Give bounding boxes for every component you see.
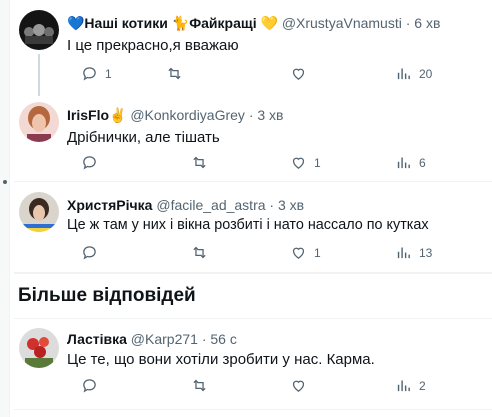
tweet-header: ХристяРічка @facile_ad_astra · 3 хв — [67, 196, 304, 214]
reply-button[interactable] — [81, 154, 105, 171]
heart-icon — [292, 68, 305, 80]
tweet-text: Це ж там у них і вікна розбиті і нато на… — [67, 217, 429, 233]
retweet-button[interactable] — [191, 377, 215, 394]
avatar[interactable] — [19, 192, 59, 232]
retweet-icon — [168, 67, 181, 80]
retweet-icon — [193, 156, 206, 169]
tweet-divider — [14, 409, 492, 410]
tweet-text: Це те, що вони хотіли зробити у нас. Кар… — [67, 351, 375, 368]
avatar[interactable] — [19, 102, 59, 142]
like-button[interactable] — [290, 65, 314, 82]
heart-icon — [292, 380, 305, 392]
reply-icon — [83, 246, 96, 260]
view-count: 20 — [419, 66, 433, 81]
like-count: 1 — [314, 155, 321, 170]
section-divider — [14, 272, 492, 274]
like-button[interactable] — [290, 377, 314, 394]
views-icon — [397, 380, 410, 392]
tweet-text: І це прекрасно,я вважаю — [67, 37, 239, 54]
reply-button[interactable] — [81, 244, 105, 261]
tweet-header: IrisFlo✌️ @KonkordiyaGrey · 3 хв — [67, 106, 284, 124]
user-handle[interactable]: @Karp271 — [131, 331, 198, 347]
left-rail-dot — [3, 180, 7, 184]
user-handle[interactable]: @XrustyaVnamusti — [282, 15, 402, 31]
more-replies-heading[interactable]: Більше відповідей — [18, 284, 196, 308]
thread-line — [38, 54, 40, 96]
left-rail — [0, 0, 10, 417]
tweet-text: Дрібнички, але тішать — [67, 129, 220, 146]
views-button[interactable]: 20 — [395, 65, 432, 82]
tweet-actions: 1 6 — [67, 154, 492, 172]
view-count: 2 — [419, 378, 426, 393]
view-count: 6 — [419, 155, 426, 170]
tweet-header: Ластівка @Karp271 · 56 с — [67, 330, 237, 348]
tweet-actions: 1 13 — [67, 244, 492, 262]
display-name[interactable]: ХристяРічка — [67, 197, 152, 213]
display-name[interactable]: 💙Наші котики 🐈Файкращі 💛 — [67, 15, 278, 31]
views-button[interactable]: 6 — [395, 154, 426, 171]
views-icon — [397, 68, 410, 80]
avatar[interactable] — [19, 328, 59, 368]
views-button[interactable]: 13 — [395, 244, 432, 261]
display-name[interactable]: IrisFlo✌️ — [67, 107, 126, 123]
user-handle[interactable]: @facile_ad_astra — [156, 197, 265, 213]
reply-icon — [83, 156, 96, 170]
timestamp[interactable]: · 3 хв — [269, 197, 304, 213]
reply-count: 1 — [105, 66, 112, 81]
timestamp[interactable]: · 56 с — [202, 331, 237, 347]
tweet-header: 💙Наші котики 🐈Файкращі 💛 @XrustyaVnamust… — [67, 14, 440, 32]
retweet-icon — [193, 246, 206, 259]
user-handle[interactable]: @KonkordiyaGrey — [130, 107, 245, 123]
retweet-button[interactable] — [166, 65, 190, 82]
display-name[interactable]: Ластівка — [67, 331, 127, 347]
retweet-icon — [193, 379, 206, 392]
timestamp[interactable]: · 3 хв — [249, 107, 284, 123]
reply-button[interactable]: 1 — [81, 65, 112, 82]
reply-icon — [83, 379, 96, 393]
timestamp[interactable]: · 6 хв — [406, 15, 441, 31]
like-count: 1 — [314, 245, 321, 260]
like-button[interactable]: 1 — [290, 244, 321, 261]
tweet-actions: 2 — [67, 377, 492, 395]
reply-icon — [83, 67, 96, 81]
retweet-button[interactable] — [191, 244, 215, 261]
reply-button[interactable] — [81, 377, 105, 394]
views-button[interactable]: 2 — [395, 377, 426, 394]
tweet-actions: 1 20 — [67, 65, 492, 83]
retweet-button[interactable] — [191, 154, 215, 171]
tweet-divider — [14, 181, 492, 182]
avatar[interactable] — [19, 10, 59, 50]
views-icon — [397, 157, 410, 169]
heart-icon — [292, 157, 305, 169]
heart-icon — [292, 247, 305, 259]
tweet-divider — [14, 318, 492, 319]
views-icon — [397, 247, 410, 259]
view-count: 13 — [419, 245, 433, 260]
like-button[interactable]: 1 — [290, 154, 321, 171]
